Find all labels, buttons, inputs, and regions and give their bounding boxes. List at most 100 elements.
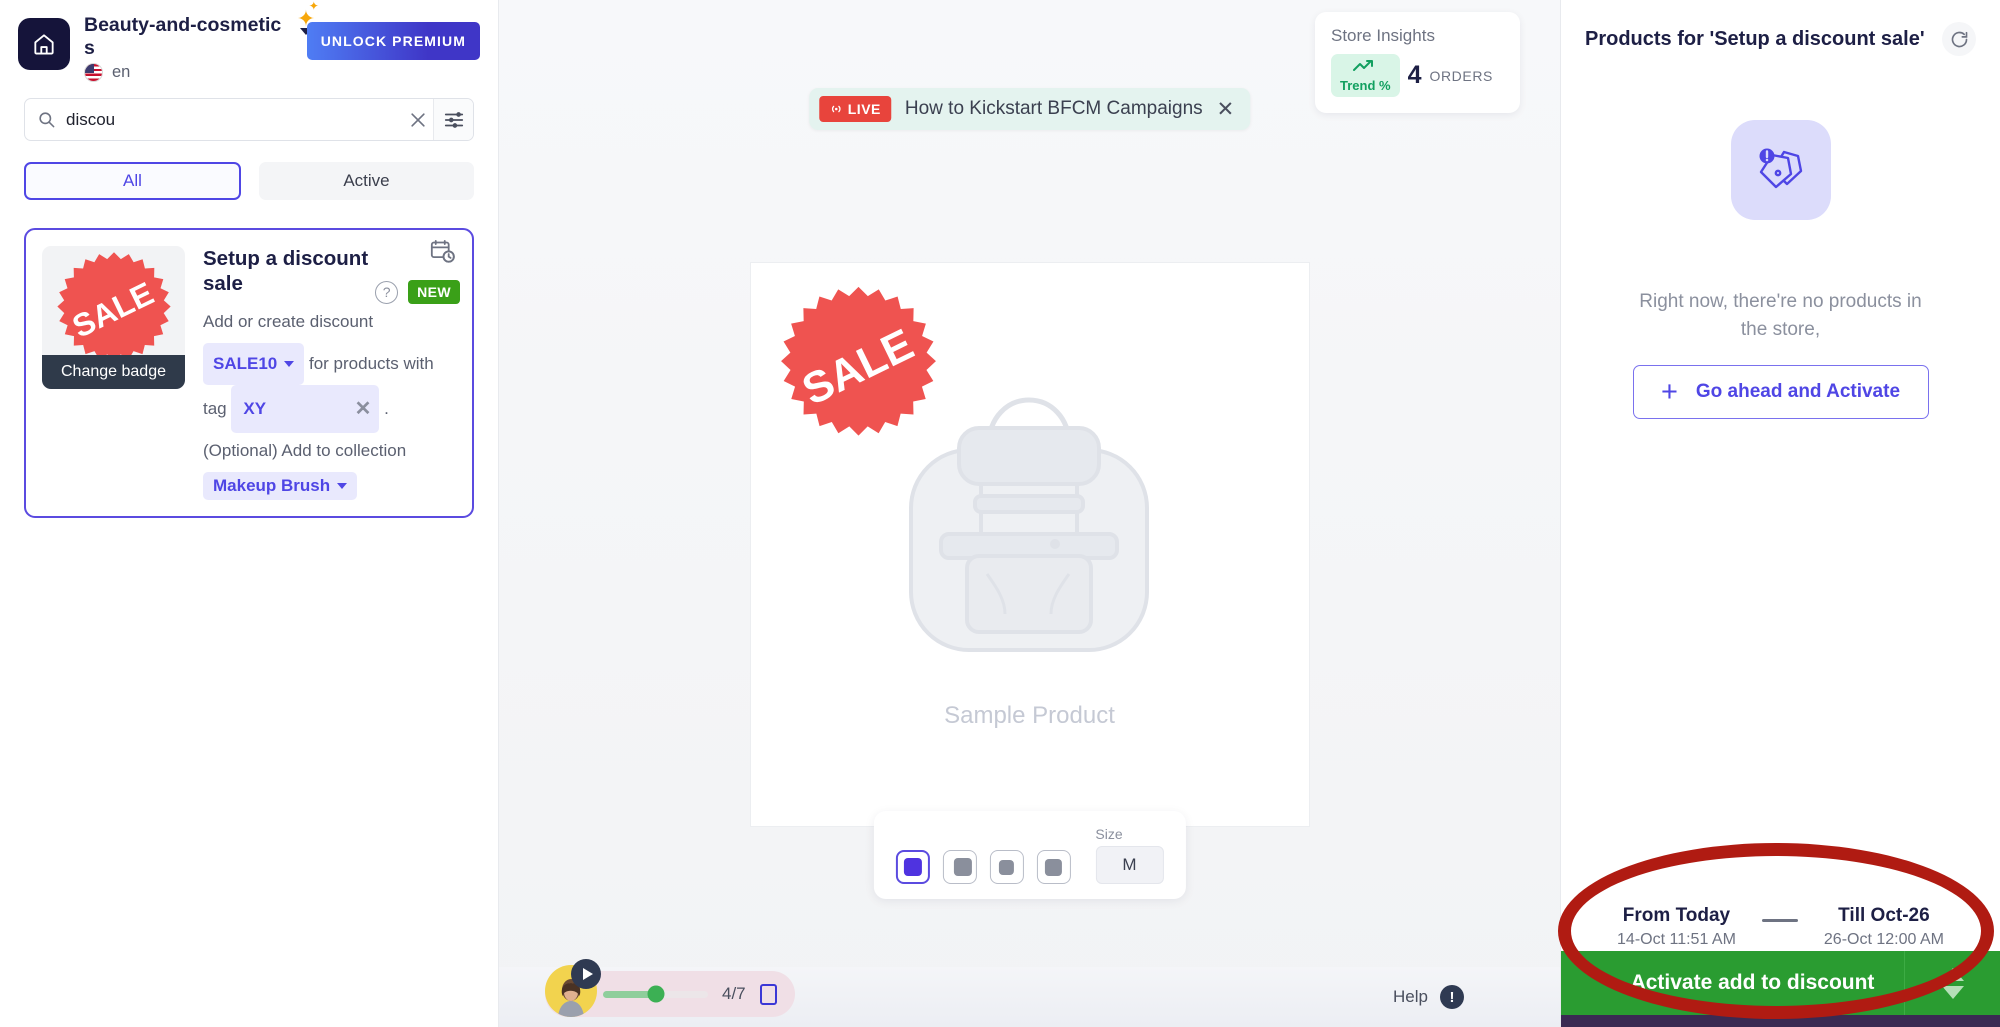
- remove-tag-icon[interactable]: ✕: [355, 389, 372, 429]
- footer-bar: [1561, 1015, 2000, 1027]
- step-count: 4/7: [722, 984, 746, 1003]
- card-meta-icons: ? NEW: [375, 280, 460, 305]
- tag-value: XY: [243, 399, 267, 419]
- broadcast-icon: [831, 105, 841, 113]
- play-icon[interactable]: [571, 959, 601, 989]
- right-panel: Products for 'Setup a discount sale' Rig…: [1558, 0, 2000, 1027]
- swatch-4[interactable]: [1036, 850, 1071, 884]
- for-products-text: for products with: [308, 354, 434, 374]
- swatch-2[interactable]: [942, 850, 977, 884]
- store-insights-title: Store Insights: [1331, 26, 1435, 45]
- unlock-premium-button[interactable]: UNLOCK PREMIUM: [306, 22, 480, 60]
- premium-wrapper: ✦ ✦ UNLOCK PREMIUM: [297, 0, 480, 60]
- card-subtitle: Add or create discount: [203, 312, 374, 332]
- refresh-icon[interactable]: [1942, 22, 1976, 56]
- store-name: Beauty-and-cosmetics: [84, 14, 282, 59]
- language-selector[interactable]: en: [84, 63, 480, 83]
- card-body: Setup a discount sale ? NEW Add or creat…: [185, 240, 460, 501]
- badge-thumbnail[interactable]: SALE Change badge: [42, 246, 185, 390]
- live-banner[interactable]: LIVE How to Kickstart BFCM Campaigns ✕: [808, 88, 1251, 130]
- date-till-label: Till Oct-26: [1838, 905, 1930, 926]
- product-preview-card: SALE Sample Product: [749, 262, 1310, 827]
- activate-add-to-discount-button[interactable]: Activate add to discount: [1561, 951, 2000, 1015]
- collection-line: Makeup Brush: [203, 472, 452, 501]
- search-box[interactable]: [24, 98, 474, 142]
- orders-count: 4: [1407, 61, 1422, 89]
- period-text: .: [384, 399, 389, 419]
- date-till-value: 26-Oct 12:00 AM: [1823, 931, 1944, 948]
- activate-stepper[interactable]: [1904, 951, 2000, 1015]
- tag-chip[interactable]: XY ✕: [231, 385, 380, 434]
- us-flag-icon: [84, 63, 103, 83]
- center-preview-area: LIVE How to Kickstart BFCM Campaigns ✕ S…: [499, 0, 1560, 1027]
- up-arrow-icon[interactable]: [1941, 967, 1964, 981]
- discount-code-label: SALE10: [213, 354, 278, 374]
- tab-active[interactable]: Active: [259, 162, 474, 201]
- orders-label: ORDERS: [1429, 67, 1493, 84]
- tag-text: tag: [203, 399, 227, 419]
- date-till[interactable]: Till Oct-26 26-Oct 12:00 AM: [1824, 905, 1944, 949]
- search-wrapper: [24, 98, 474, 142]
- date-from[interactable]: From Today 14-Oct 11:51 AM: [1617, 905, 1736, 949]
- help-widget[interactable]: Help !: [1393, 985, 1464, 1009]
- help-label: Help: [1393, 987, 1428, 1006]
- go-ahead-activate-button[interactable]: + Go ahead and Activate: [1632, 365, 1929, 420]
- discount-rule-line: SALE10 for products with tag XY ✕ .: [203, 343, 452, 434]
- discount-code-chip[interactable]: SALE10: [203, 343, 305, 386]
- walkthrough-progress-slider[interactable]: [603, 985, 708, 1003]
- search-icon: [39, 112, 55, 128]
- schedule-date-row: From Today 14-Oct 11:51 AM Till Oct-26 2…: [1561, 905, 2000, 949]
- card-title: Setup a discount sale: [203, 247, 369, 296]
- close-icon[interactable]: ✕: [1217, 99, 1235, 120]
- chevron-down-icon: [284, 361, 295, 368]
- home-icon[interactable]: [18, 18, 70, 70]
- date-from-value: 14-Oct 11:51 AM: [1617, 931, 1736, 948]
- change-badge-button[interactable]: Change badge: [42, 355, 185, 390]
- info-icon[interactable]: !: [1440, 985, 1464, 1009]
- plus-icon: +: [1660, 375, 1678, 408]
- live-pill: LIVE: [818, 96, 891, 122]
- help-question-icon[interactable]: ?: [375, 280, 399, 304]
- sample-product-name: Sample Product: [944, 702, 1115, 729]
- trend-label: Trend %: [1340, 78, 1391, 93]
- language-label: en: [112, 63, 131, 82]
- variant-selector-bar: Size M: [873, 811, 1186, 899]
- date-from-label: From Today: [1622, 905, 1731, 926]
- activate-bar-label: Activate add to discount: [1630, 971, 1875, 994]
- size-group: Size M: [1095, 826, 1164, 884]
- left-sidebar: Beauty-and-cosmetics en ✦ ✦ UNLOCK PREMI…: [0, 0, 499, 1027]
- go-ahead-activate-label: Go ahead and Activate: [1695, 381, 1901, 403]
- empty-state: Right now, there're no products in the s…: [1561, 120, 2000, 420]
- size-value[interactable]: M: [1095, 846, 1164, 884]
- collection-chip[interactable]: Makeup Brush: [203, 472, 358, 501]
- optional-collection-label: (Optional) Add to collection: [203, 441, 407, 461]
- trend-pill: Trend %: [1331, 54, 1400, 97]
- square-outline-icon[interactable]: [759, 983, 777, 1005]
- store-insights-panel: Store Insights Trend % 4 ORDERS: [1315, 12, 1520, 113]
- store-insights-row: Trend % 4 ORDERS: [1331, 54, 1504, 97]
- date-separator: [1761, 918, 1798, 922]
- app-root: Beauty-and-cosmetics en ✦ ✦ UNLOCK PREMI…: [0, 0, 2000, 1027]
- live-label: LIVE: [847, 101, 881, 117]
- filter-tabs: All Active: [24, 162, 474, 201]
- clear-search-icon[interactable]: [403, 110, 433, 130]
- guide-walkthrough-widget: 4/7: [545, 959, 795, 1017]
- tab-all[interactable]: All: [24, 162, 241, 201]
- right-panel-title: Products for 'Setup a discount sale': [1585, 27, 1925, 50]
- backpack-icon: [909, 397, 1149, 652]
- size-label: Size: [1095, 826, 1123, 842]
- new-badge: NEW: [408, 280, 460, 305]
- search-input[interactable]: [56, 109, 403, 130]
- collection-label: Makeup Brush: [213, 476, 331, 496]
- campaign-card[interactable]: SALE Change badge Setup a discount sale: [24, 228, 474, 519]
- calendar-clock-icon[interactable]: [429, 238, 456, 270]
- swatch-1[interactable]: [895, 850, 930, 884]
- live-title: How to Kickstart BFCM Campaigns: [904, 98, 1203, 119]
- trend-up-icon: [1353, 60, 1374, 71]
- chevron-down-icon: [337, 483, 348, 490]
- empty-state-text: Right now, there're no products in the s…: [1639, 291, 1922, 340]
- filter-settings-icon[interactable]: [433, 99, 473, 141]
- down-arrow-icon[interactable]: [1941, 985, 1964, 999]
- right-panel-header: Products for 'Setup a discount sale': [1561, 0, 2000, 56]
- swatch-3[interactable]: [989, 850, 1024, 884]
